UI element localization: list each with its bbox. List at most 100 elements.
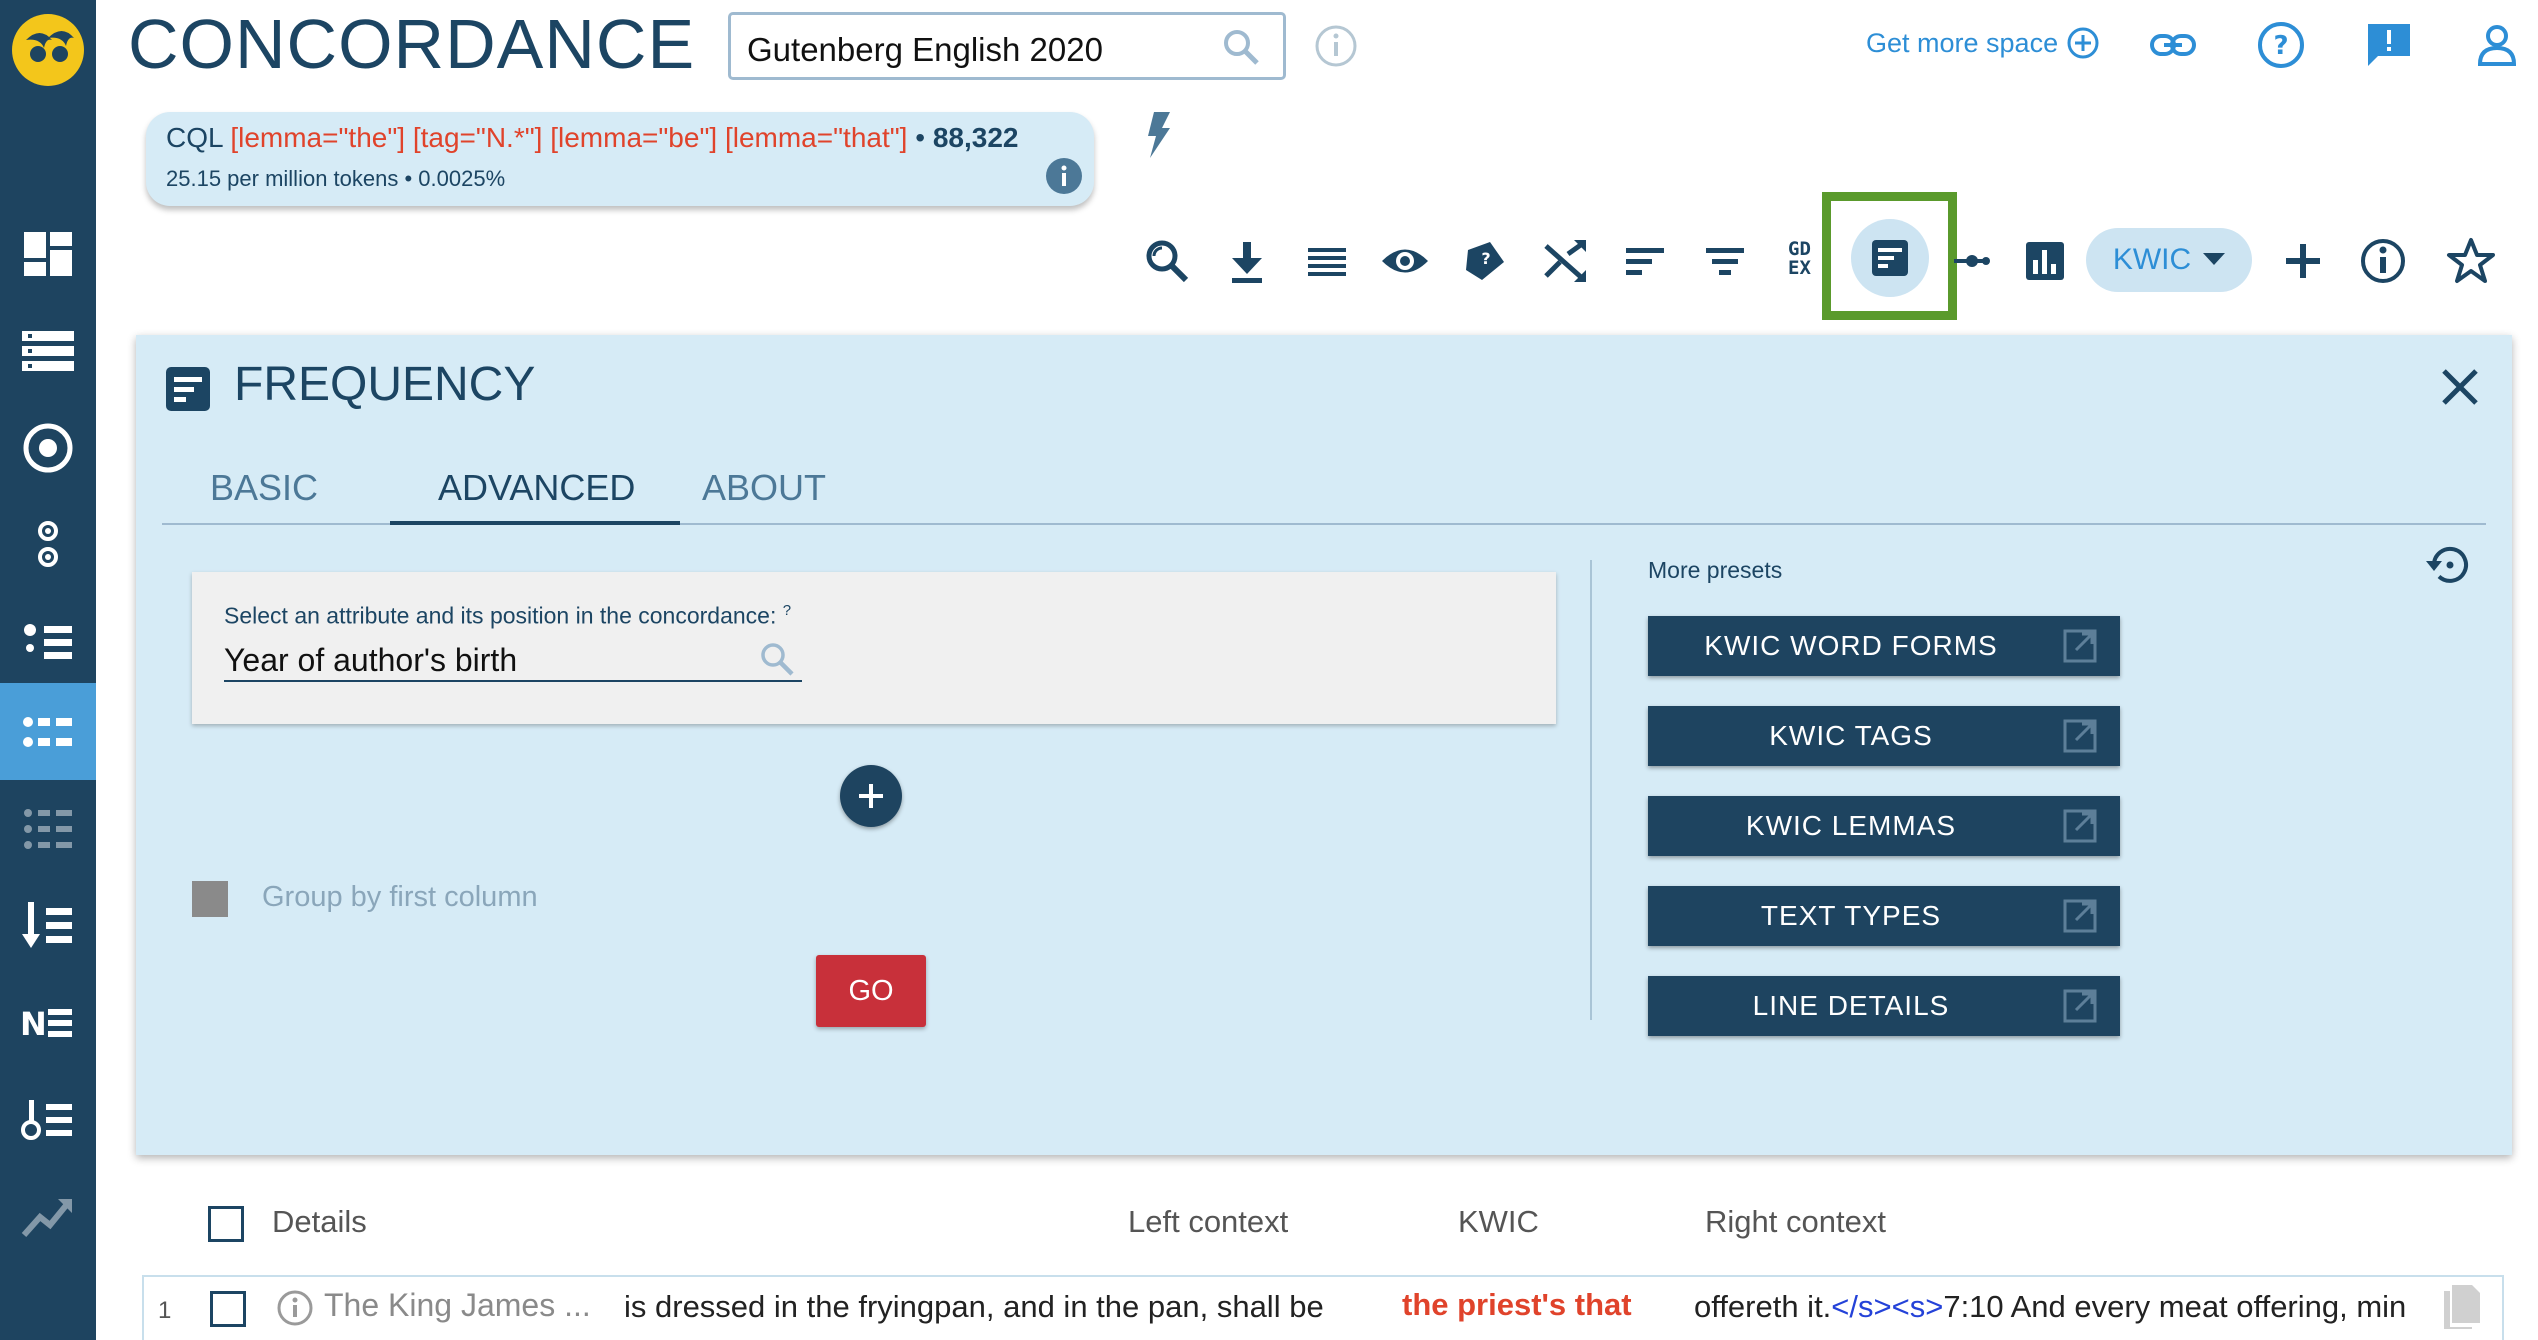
corpus-info-icon[interactable] [1314, 24, 1358, 68]
sidebar-wordsketch[interactable] [0, 780, 96, 877]
external-link-icon [2063, 809, 2097, 843]
search-icon [1224, 30, 1259, 65]
ne-icon: N [20, 1005, 72, 1043]
concordance-icon [24, 623, 72, 659]
download-icon[interactable] [1222, 236, 1272, 286]
attribute-input[interactable]: Year of author's birth [224, 638, 802, 682]
preset-label: TEXT TYPES [1760, 900, 1942, 931]
panel-divider [1590, 560, 1592, 1020]
filter-icon[interactable] [1700, 236, 1750, 286]
chart-icon[interactable] [2020, 236, 2070, 286]
wordlist-icon [22, 330, 74, 371]
trends-icon [21, 1198, 72, 1237]
page-title: CONCORDANCE [128, 5, 696, 83]
info-icon[interactable] [1044, 156, 1084, 196]
add-icon[interactable] [2278, 236, 2328, 286]
help-icon[interactable]: ? [2256, 20, 2306, 70]
target-icon [23, 423, 73, 472]
user-icon[interactable] [2472, 20, 2522, 70]
sidebar-trends[interactable] [0, 1168, 96, 1265]
gdex-label-bottom: EX [1788, 257, 1811, 279]
add-attribute-button[interactable] [840, 765, 902, 827]
right-context-text-2: 7:10 And every meat offering, min [1943, 1289, 2407, 1324]
tab-advanced[interactable]: ADVANCED [438, 467, 635, 509]
get-more-space-link[interactable]: Get more space [1866, 26, 2100, 60]
sketch-engine-logo[interactable] [8, 10, 88, 90]
row-details[interactable]: The King James ... [324, 1287, 591, 1324]
sidebar-dashboard[interactable] [0, 205, 96, 302]
frequency-button-highlight[interactable] [1822, 192, 1957, 320]
sort-desc-icon [22, 901, 72, 948]
frequency-icon [23, 716, 72, 747]
external-link-icon [2063, 899, 2097, 933]
preset-kwic-word-forms[interactable]: KWIC WORD FORMS [1648, 616, 2120, 676]
row-left-context: is dressed in the fryingpan, and in the … [624, 1289, 1324, 1324]
svg-text:?: ? [2273, 31, 2288, 61]
sidebar-concordance[interactable] [0, 593, 96, 690]
frequency-panel: FREQUENCY BASIC ADVANCED ABOUT Select an… [136, 335, 2512, 1155]
shuffle-icon[interactable] [1540, 236, 1590, 286]
sidebar-ngrams[interactable] [0, 496, 96, 593]
sidebar-keywords[interactable] [0, 1071, 96, 1168]
star-icon[interactable] [2446, 236, 2496, 286]
group-by-checkbox[interactable] [192, 881, 228, 917]
go-button[interactable]: GO [816, 955, 926, 1027]
query-line: CQL [lemma="the"] [tag="N.*"] [lemma="be… [166, 122, 1019, 153]
attribute-help[interactable]: ? [783, 602, 791, 619]
sidebar-frequency[interactable] [0, 683, 96, 780]
query-summary-chip[interactable]: CQL [lemma="the"] [tag="N.*"] [lemma="be… [146, 112, 1094, 206]
tab-basic[interactable]: BASIC [210, 467, 318, 509]
row-kwic[interactable]: the priest's that [1402, 1287, 1632, 1323]
lightning-icon[interactable] [1144, 112, 1172, 158]
preset-line-details[interactable]: LINE DETAILS [1648, 976, 2120, 1036]
column-header-left-context: Left context [1128, 1204, 1289, 1239]
panel-title: FREQUENCY [234, 358, 536, 411]
row-checkbox[interactable] [210, 1291, 246, 1327]
tab-about[interactable]: ABOUT [702, 467, 826, 509]
attribute-label-text: Select an attribute and its position in … [224, 602, 777, 629]
table-row[interactable]: 1 The King James ... is dressed in the f… [142, 1275, 2504, 1340]
sidebar-wordlist[interactable] [0, 302, 96, 399]
query-type: CQL [166, 122, 223, 153]
info-icon[interactable] [276, 1289, 314, 1327]
link-icon[interactable] [2148, 20, 2198, 70]
row-number: 1 [158, 1297, 172, 1324]
attribute-label: Select an attribute and its position in … [224, 602, 791, 630]
panel-tabs: BASIC ADVANCED ABOUT [162, 435, 2486, 525]
sort-lines-icon[interactable] [1620, 236, 1670, 286]
reset-icon[interactable] [2424, 541, 2472, 589]
preset-label: KWIC TAGS [1769, 720, 1933, 751]
sidebar-target[interactable] [0, 399, 96, 496]
collocations-icon[interactable] [1954, 236, 1990, 286]
column-header-details: Details [272, 1204, 367, 1239]
search-zoom-icon[interactable] [1142, 236, 1192, 286]
attribute-card: Select an attribute and its position in … [192, 572, 1556, 724]
sidebar-ne[interactable]: N [0, 974, 96, 1071]
copy-icon[interactable] [2442, 1283, 2482, 1331]
ngrams-icon [38, 520, 58, 567]
attribute-value: Year of author's birth [224, 642, 518, 678]
preset-text-types[interactable]: TEXT TYPES [1648, 886, 2120, 946]
external-link-icon [2063, 989, 2097, 1023]
random-sample-icon[interactable]: ? [1460, 236, 1510, 286]
row-right-context: offereth it.</s><s>7:10 And every meat o… [1694, 1289, 2446, 1325]
view-lines-icon[interactable] [1302, 236, 1352, 286]
corpus-name: Gutenberg English 2020 [747, 31, 1103, 68]
eye-icon[interactable] [1380, 236, 1430, 286]
external-link-icon [2063, 629, 2097, 663]
info-icon[interactable] [2358, 236, 2408, 286]
close-icon[interactable] [2436, 363, 2484, 411]
preset-kwic-tags[interactable]: KWIC TAGS [1648, 706, 2120, 766]
preset-kwic-lemmas[interactable]: KWIC LEMMAS [1648, 796, 2120, 856]
column-header-right-context: Right context [1705, 1204, 1886, 1239]
corpus-selector[interactable]: Gutenberg English 2020 [728, 12, 1286, 80]
feedback-icon[interactable] [2364, 20, 2414, 70]
group-by-label: Group by first column [262, 881, 538, 913]
view-mode-dropdown[interactable]: KWIC [2086, 228, 2252, 292]
svg-text:?: ? [1481, 249, 1490, 268]
select-all-checkbox[interactable] [208, 1206, 244, 1242]
search-icon [761, 643, 794, 676]
sidebar-sort[interactable] [0, 877, 96, 974]
frequency-icon [166, 367, 210, 411]
gdex-icon[interactable]: GD EX [1788, 240, 1822, 278]
